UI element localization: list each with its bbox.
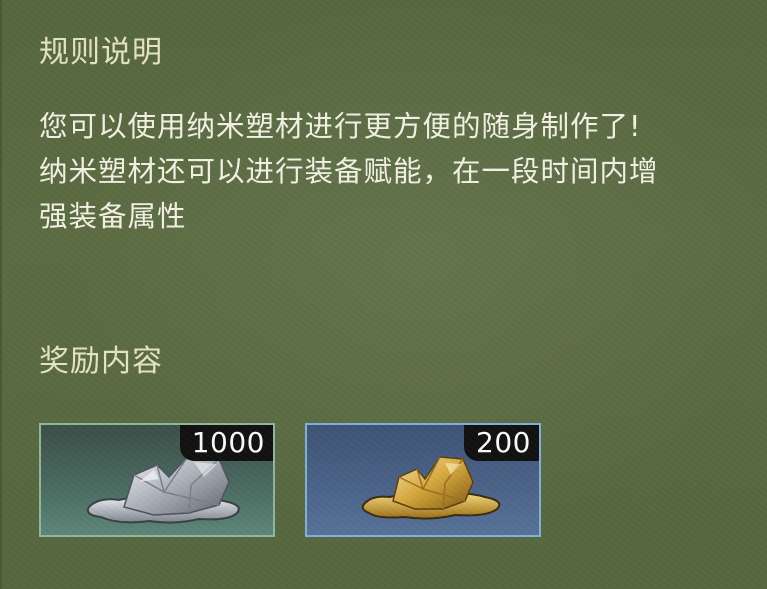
rules-panel: 规则说明 您可以使用纳米塑材进行更方便的随身制作了! 纳米塑材还可以进行装备赋能…	[0, 0, 767, 589]
reward-quantity: 200	[464, 425, 539, 461]
rules-description: 您可以使用纳米塑材进行更方便的随身制作了! 纳米塑材还可以进行装备赋能，在一段时…	[39, 104, 679, 239]
reward-item-silver-nano-plastic[interactable]: 1000	[39, 423, 275, 537]
reward-item-gold-nano-plastic[interactable]: 200	[305, 423, 541, 537]
reward-title: 奖励内容	[39, 344, 163, 379]
rules-title: 规则说明	[39, 35, 163, 70]
reward-quantity: 1000	[179, 425, 273, 461]
rules-paragraph-1: 您可以使用纳米塑材进行更方便的随身制作了!	[39, 110, 642, 143]
rules-paragraph-2: 纳米塑材还可以进行装备赋能，在一段时间内增强装备属性	[39, 155, 659, 233]
reward-list: 1000 200	[39, 423, 541, 537]
